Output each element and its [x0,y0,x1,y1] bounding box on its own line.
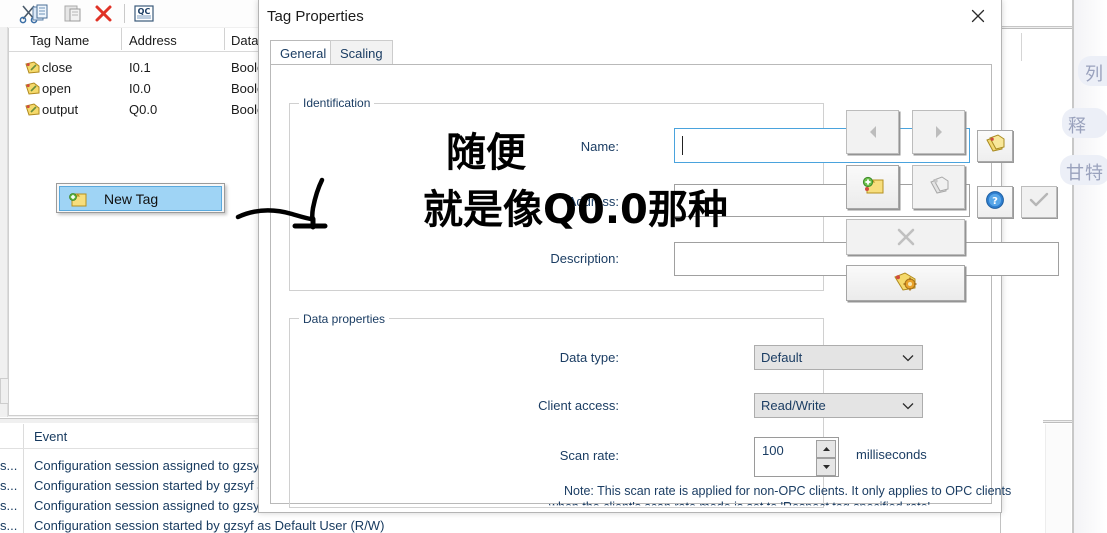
data-type-value: Default [761,350,803,365]
client-access-select[interactable]: Read/Write [754,393,923,418]
validate-address-button[interactable] [1021,186,1057,218]
close-icon[interactable] [955,0,1001,32]
dialog-title: Tag Properties [267,8,364,25]
event-row-text[interactable]: Configuration session assigned to gzsy [34,498,259,513]
event-log-header-event[interactable]: Event [34,429,67,444]
tag-properties-button[interactable] [846,265,965,301]
scan-rate-label: Scan rate: [559,448,619,463]
scan-rate-stepper[interactable] [816,440,836,476]
tag-gear-icon [891,269,921,298]
chevron-down-icon [902,397,914,415]
context-menu: New Tag [56,183,225,213]
tab-scaling[interactable]: Scaling [330,40,393,66]
tab-strip: General Scaling [270,40,992,66]
header-rule [9,51,261,52]
paste-icon [62,3,84,24]
name-label: Name: [580,139,619,154]
tag-address-cell[interactable]: Q0.0 [129,102,157,117]
context-menu-item-label: New Tag [104,190,159,207]
column-header-address[interactable]: Address [129,33,177,48]
background-right-tick [1021,33,1022,61]
scan-rate-value: 100 [762,443,784,458]
address-help-icon: ? [985,190,1005,215]
new-tag-icon [860,174,886,201]
previous-tag-button[interactable] [846,110,899,154]
copy-tag-button[interactable] [912,165,965,209]
quick-client-icon[interactable]: QC [133,3,155,24]
tag-name-cell[interactable]: close [42,60,72,75]
chevron-down-icon [902,349,914,367]
event-log-column-divider[interactable] [23,424,24,533]
new-tag-button[interactable] [846,165,899,209]
event-row-time: s... [0,478,18,493]
event-row-time: s... [0,498,18,513]
client-access-label: Client access: [538,398,619,413]
annotation-address-note: 就是像Q0.0那种 [423,187,728,233]
description-label: Description: [550,251,619,266]
sidebar-item-label[interactable]: 列 [1085,60,1104,86]
identification-group-title: Identification [299,96,375,110]
sidebar-item-label[interactable]: 释 [1068,112,1087,138]
tag-address-cell[interactable]: I0.0 [129,81,151,96]
data-properties-group-title: Data properties [299,312,390,326]
browse-tag-button[interactable] [977,130,1013,162]
column-divider-1[interactable] [121,28,122,50]
column-header-tag-name[interactable]: Tag Name [30,33,89,48]
screen-root: QC Tag Name Address Data close I0.1 Bool… [0,0,1107,533]
annotation-name-note: 随便 [446,130,526,176]
column-header-data[interactable]: Data [231,33,258,48]
scan-rate-input[interactable]: 100 [754,437,839,477]
stepper-up-icon[interactable] [816,440,836,458]
vertical-scrollbar[interactable] [1045,424,1071,533]
tag-icon [25,82,40,95]
tag-name-cell[interactable]: output [42,102,78,117]
text-caret [682,136,683,155]
validate-check-icon [1029,192,1049,213]
column-divider-2[interactable] [224,28,225,50]
copy-icon[interactable] [30,3,52,24]
tag-icon [25,103,40,116]
scan-rate-note-line1: Note: This scan rate is applied for non-… [564,484,1012,498]
client-access-value: Read/Write [761,398,826,413]
tag-name-cell[interactable]: open [42,81,71,96]
event-row-time: s... [0,458,18,473]
browse-tag-icon [984,133,1006,159]
next-tag-button[interactable] [912,110,965,154]
event-row-time: s... [0,518,18,533]
stepper-down-icon[interactable] [816,458,836,476]
triangle-left-icon [869,126,876,138]
data-type-select[interactable]: Default [754,345,923,370]
tab-general[interactable]: General [270,40,337,66]
scan-rate-unit-label: milliseconds [856,447,927,462]
address-help-button[interactable]: ? [977,186,1013,218]
event-row-text[interactable]: Configuration session started by gzsyf a [34,478,265,493]
triangle-right-icon [935,126,942,138]
tag-address-cell[interactable]: I0.1 [129,60,151,75]
data-properties-group [289,318,824,508]
sidebar-item-label[interactable]: 甘特 [1066,159,1104,185]
left-toolstrip [0,27,8,417]
delete-tag-button[interactable] [846,219,965,255]
copy-tag-icon [926,174,952,201]
delete-x-icon [897,228,914,246]
tag-icon [25,61,40,74]
data-type-label: Data type: [559,350,619,365]
event-row-text[interactable]: Configuration session started by gzsyf a… [34,518,384,533]
context-menu-item-new-tag[interactable]: New Tag [59,186,222,211]
event-row-text[interactable]: Configuration session assigned to gzsy [34,458,259,473]
new-tag-icon [68,191,87,213]
delete-icon[interactable] [93,3,115,24]
svg-text:?: ? [992,196,998,207]
right-sidebar: 列 释 甘特 [1060,0,1107,533]
toolbar-separator [124,4,125,23]
annotation-arrow-icon [235,176,330,237]
tag-properties-dialog: Tag Properties General Scaling Identific… [258,0,1059,513]
svg-text:QC: QC [138,7,151,16]
